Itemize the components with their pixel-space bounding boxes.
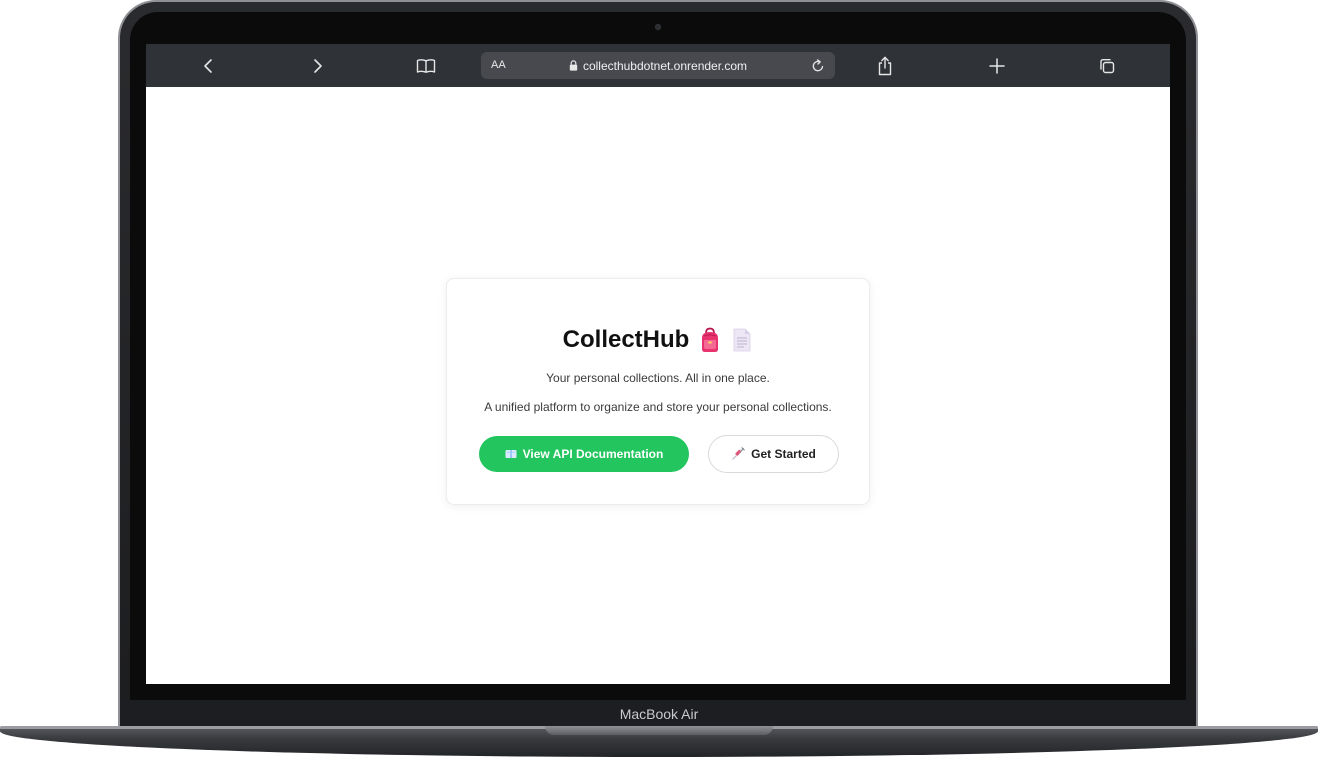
card-title-row: CollectHub bbox=[447, 323, 869, 357]
page-icon bbox=[733, 328, 751, 352]
device-model-label: MacBook Air bbox=[619, 706, 699, 722]
tabs-icon bbox=[1100, 58, 1115, 73]
view-api-docs-label: View API Documentation bbox=[522, 447, 664, 461]
backpack-icon bbox=[702, 327, 719, 352]
share-icon bbox=[878, 56, 892, 75]
opening-notch bbox=[545, 726, 773, 735]
get-started-label: Get Started bbox=[751, 447, 816, 461]
page-title: CollectHub bbox=[562, 326, 690, 353]
syringe-icon bbox=[732, 447, 745, 460]
share-button[interactable] bbox=[867, 44, 903, 87]
chevron-left-icon bbox=[204, 58, 212, 73]
url-container: collecthubdotnet.onrender.com bbox=[481, 52, 835, 79]
new-tab-button[interactable] bbox=[979, 44, 1015, 87]
address-bar[interactable]: AA collecthubdotnet.onrender.com bbox=[481, 52, 835, 79]
url-text: collecthubdotnet.onrender.com bbox=[582, 58, 748, 73]
back-button[interactable] bbox=[190, 44, 226, 87]
plus-icon bbox=[989, 57, 1005, 74]
hero-card: CollectHub Your personal collections. Al… bbox=[446, 278, 870, 505]
web-page: CollectHub Your personal collections. Al… bbox=[146, 87, 1170, 684]
book-icon bbox=[416, 58, 436, 73]
reload-icon bbox=[812, 58, 824, 71]
button-row: View API Documentation Get Started bbox=[447, 435, 869, 473]
lock-icon bbox=[569, 60, 578, 71]
get-started-button[interactable]: Get Started bbox=[708, 435, 839, 473]
tabs-overview-button[interactable] bbox=[1089, 44, 1125, 87]
browser-screen: AA collecthubdotnet.onrender.com Collect… bbox=[146, 44, 1170, 684]
book-icon bbox=[505, 450, 517, 458]
description: A unified platform to organize and store… bbox=[484, 400, 832, 414]
chevron-right-icon bbox=[314, 58, 322, 73]
view-api-docs-button[interactable]: View API Documentation bbox=[479, 436, 689, 472]
bookmarks-button[interactable] bbox=[408, 44, 444, 87]
browser-toolbar: AA collecthubdotnet.onrender.com bbox=[146, 44, 1170, 87]
reload-button[interactable] bbox=[807, 52, 829, 79]
forward-button[interactable] bbox=[300, 44, 336, 87]
tagline: Your personal collections. All in one pl… bbox=[546, 371, 770, 385]
camera-icon bbox=[655, 24, 661, 30]
